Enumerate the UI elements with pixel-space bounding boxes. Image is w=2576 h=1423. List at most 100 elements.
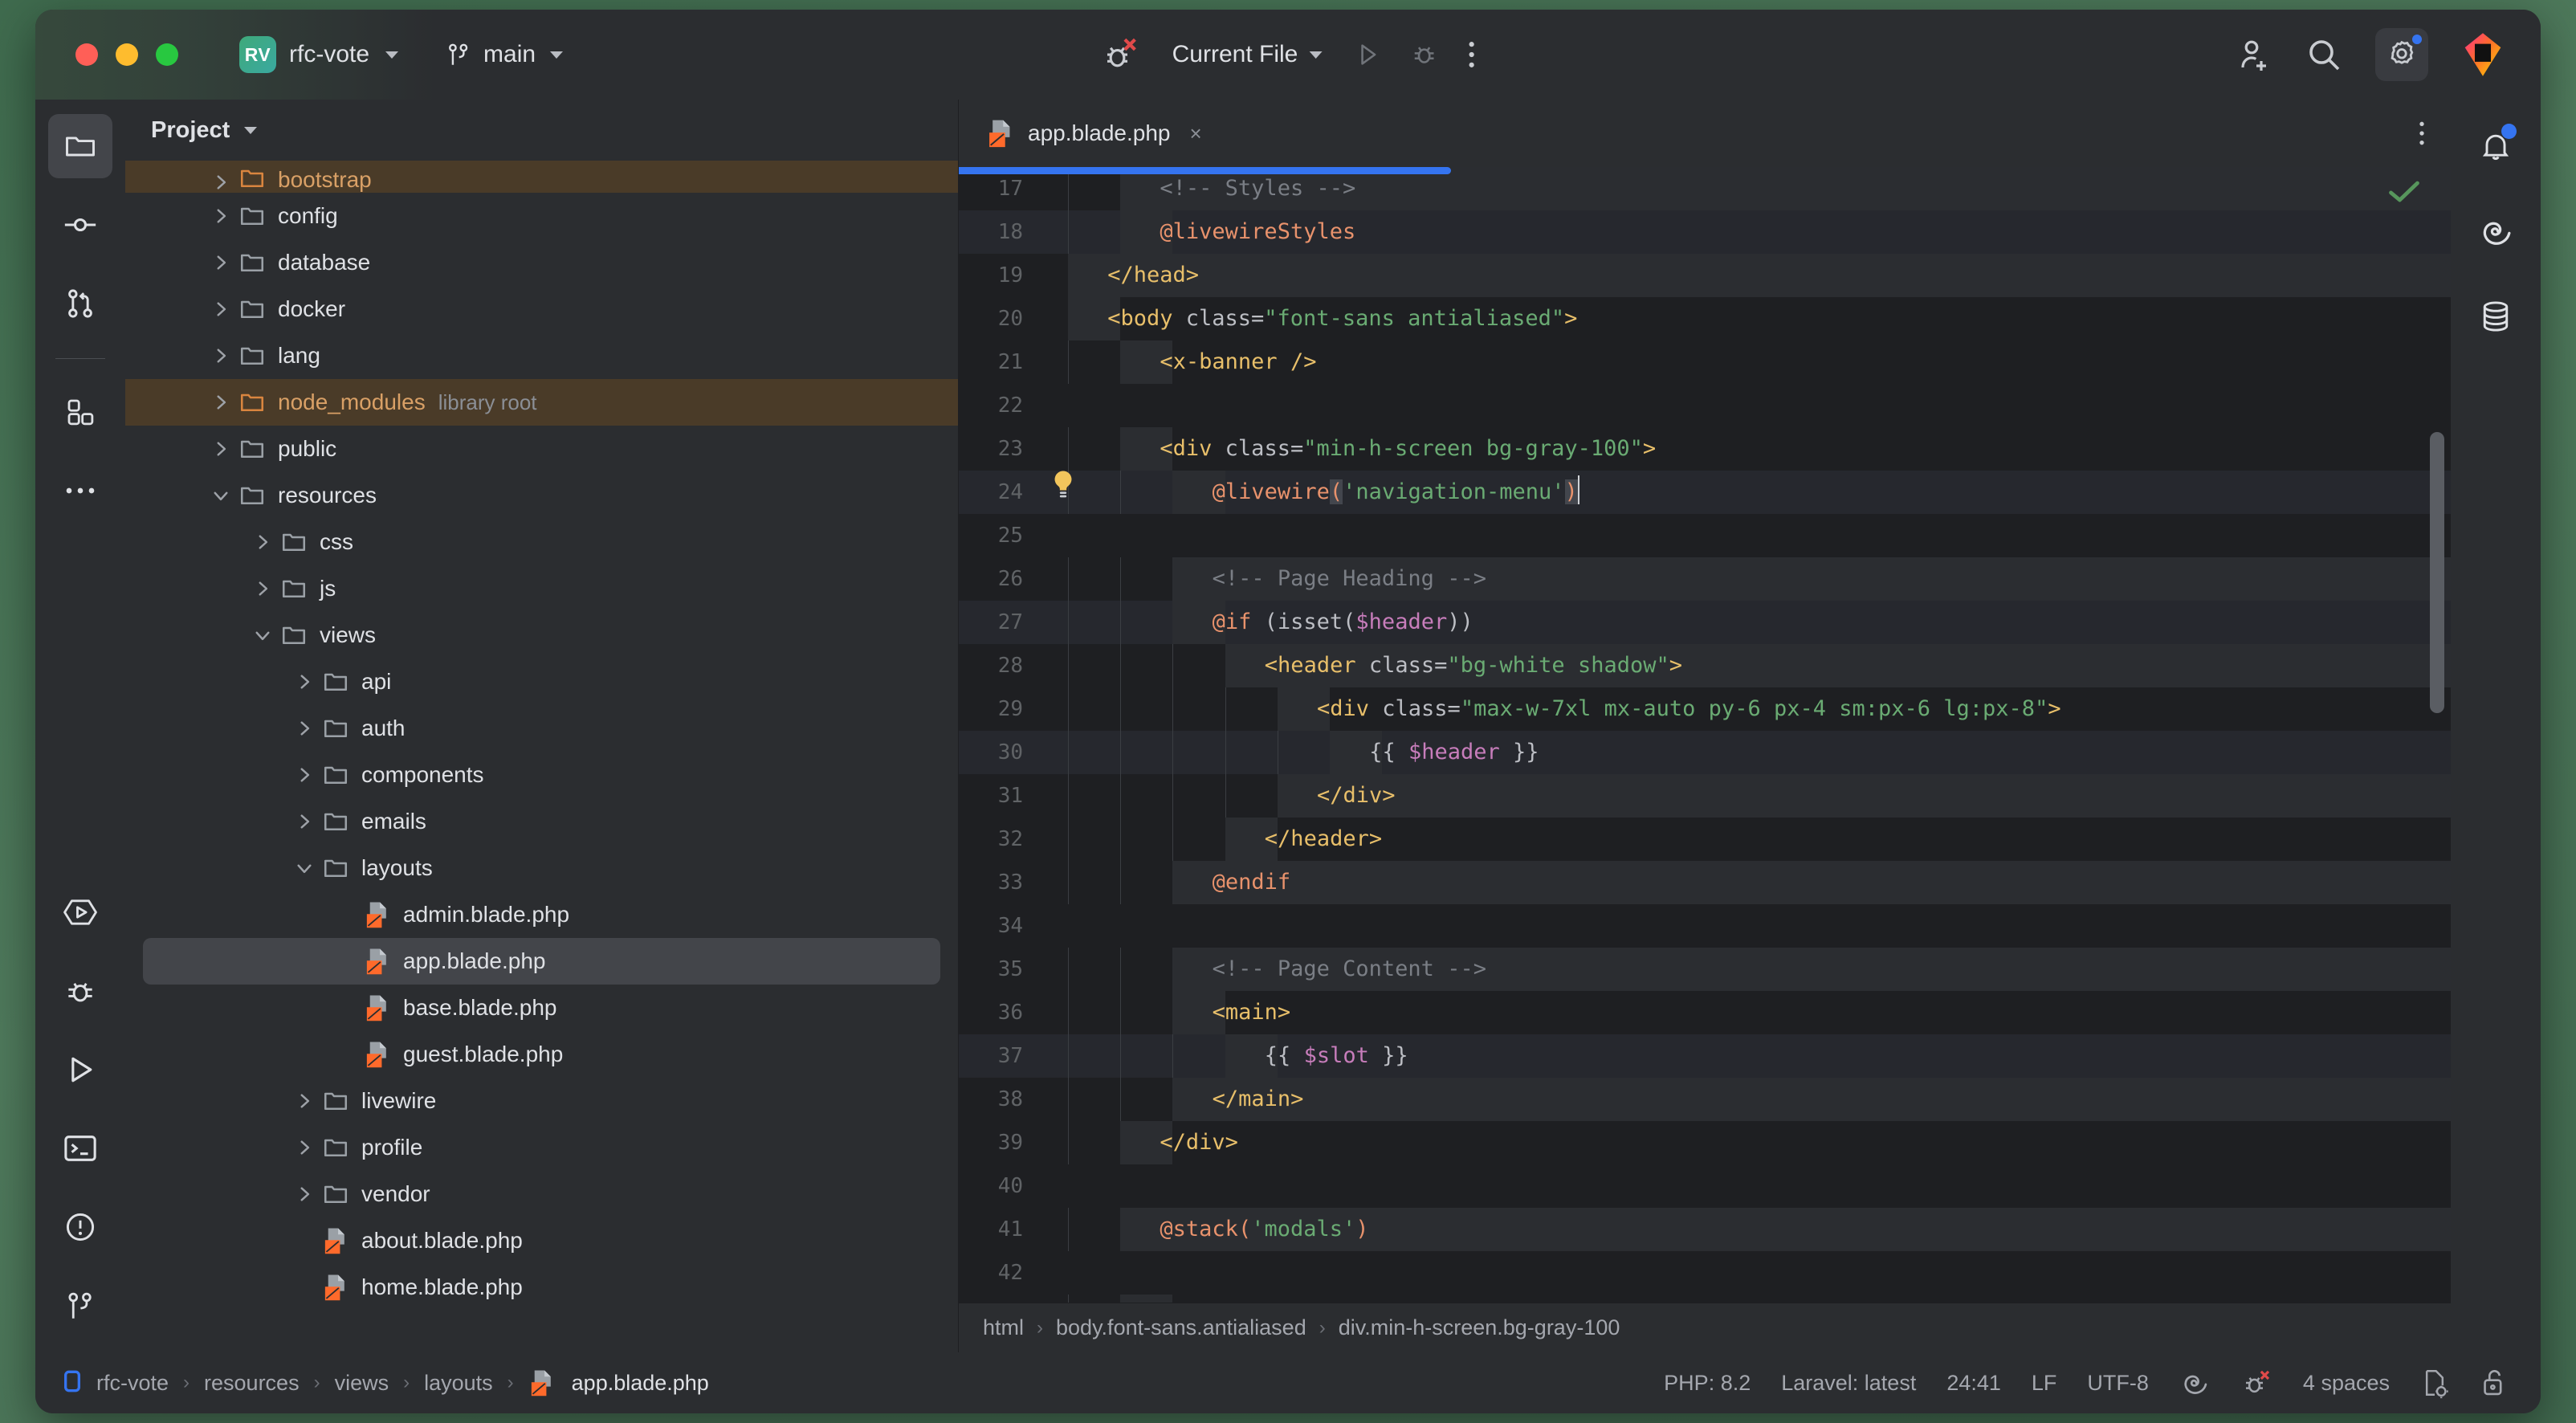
breadcrumb[interactable]: html › body.font-sans.antialiased › div.min-… bbox=[959, 1303, 2451, 1352]
chevron-right-icon[interactable] bbox=[289, 1091, 320, 1111]
search-icon[interactable] bbox=[2305, 35, 2343, 74]
code-text[interactable]: <div class="min-h-screen bg-gray-100"> bbox=[1147, 427, 1656, 471]
tree-file-app-blade-php[interactable]: app.blade.php bbox=[143, 938, 940, 985]
code-line[interactable]: 22 bbox=[959, 384, 2451, 427]
tree-folder-vendor[interactable]: vendor bbox=[125, 1171, 958, 1217]
code-line[interactable]: 39 </div> bbox=[959, 1121, 2451, 1164]
minimize-window-button[interactable] bbox=[116, 43, 138, 66]
debug-error-icon[interactable] bbox=[1100, 35, 1140, 75]
tree-folder-lang[interactable]: lang bbox=[125, 332, 958, 379]
breadcrumb-item[interactable]: body.font-sans.antialiased bbox=[1056, 1315, 1306, 1340]
project-tree[interactable]: bootstrap config database docker lang node_mo… bbox=[125, 161, 958, 1352]
unlocked-icon[interactable] bbox=[2480, 1367, 2509, 1399]
tree-folder-profile[interactable]: profile bbox=[125, 1124, 958, 1171]
code-text[interactable]: @livewire('navigation-menu') bbox=[1200, 471, 1579, 514]
code-text[interactable]: <header class="bg-white shadow"> bbox=[1252, 644, 1682, 687]
chevron-right-icon[interactable] bbox=[206, 299, 236, 320]
status-bar-path[interactable]: rfc-vote › resources › views › layouts › app.bla… bbox=[63, 1368, 709, 1398]
indent-config-icon[interactable] bbox=[2420, 1367, 2449, 1399]
line-separator[interactable]: LF bbox=[2032, 1371, 2057, 1396]
code-text[interactable]: </main> bbox=[1200, 1078, 1304, 1121]
sidebar-item-commit[interactable] bbox=[48, 193, 112, 257]
tree-folder-bootstrap[interactable]: bootstrap bbox=[125, 161, 958, 193]
tree-file-guest-blade-php[interactable]: guest.blade.php bbox=[125, 1031, 958, 1078]
code-line[interactable]: 37 {{ $slot }} bbox=[959, 1034, 2451, 1078]
indent-setting[interactable]: 4 spaces bbox=[2303, 1371, 2390, 1396]
status-path-item[interactable]: views bbox=[335, 1371, 389, 1396]
chevron-right-icon[interactable] bbox=[206, 172, 236, 193]
tree-folder-auth[interactable]: auth bbox=[125, 705, 958, 752]
tree-folder-database[interactable]: database bbox=[125, 239, 958, 286]
chevron-right-icon[interactable] bbox=[289, 671, 320, 692]
code-text[interactable]: @stack('modals') bbox=[1147, 1208, 1368, 1251]
sidebar-item-ai-assistant[interactable] bbox=[2464, 199, 2528, 263]
close-icon[interactable]: × bbox=[1190, 121, 1202, 146]
chevron-right-icon[interactable] bbox=[289, 1184, 320, 1205]
code-line[interactable]: 27 @if (isset($header)) bbox=[959, 601, 2451, 644]
code-line[interactable]: 42 bbox=[959, 1251, 2451, 1295]
tree-folder-views[interactable]: views bbox=[125, 612, 958, 658]
status-path-item[interactable]: layouts bbox=[424, 1371, 493, 1396]
tree-file-home-blade-php[interactable]: home.blade.php bbox=[125, 1264, 958, 1311]
code-text[interactable]: </head> bbox=[1094, 254, 1199, 297]
code-text[interactable]: </div> bbox=[1304, 774, 1396, 818]
code-line[interactable]: 24 @livewire('navigation-menu') bbox=[959, 469, 2451, 516]
project-selector[interactable]: RV rfc-vote bbox=[239, 36, 399, 73]
code-line[interactable]: 26 <!-- Page Heading --> bbox=[959, 557, 2451, 601]
code-line[interactable]: 29 <div class="max-w-7xl mx-auto py-6 px-… bbox=[959, 687, 2451, 731]
sidebar-item-more[interactable] bbox=[48, 459, 112, 523]
spiral-icon[interactable] bbox=[2179, 1368, 2210, 1398]
chevron-down-icon[interactable] bbox=[247, 627, 278, 643]
editor-scrollbar[interactable] bbox=[2430, 432, 2444, 713]
settings-button[interactable] bbox=[2375, 28, 2428, 81]
breadcrumb-item[interactable]: html bbox=[983, 1315, 1024, 1340]
code-line[interactable]: 33 @endif bbox=[959, 861, 2451, 904]
sidebar-item-terminal[interactable] bbox=[48, 1116, 112, 1180]
caret-position[interactable]: 24:41 bbox=[1946, 1371, 2001, 1396]
sidebar-item-problems[interactable] bbox=[48, 1195, 112, 1259]
intention-bulb-icon[interactable] bbox=[1045, 469, 1081, 516]
tree-folder-config[interactable]: config bbox=[125, 193, 958, 239]
status-path-item[interactable]: rfc-vote bbox=[96, 1371, 169, 1396]
status-path-item[interactable]: resources bbox=[204, 1371, 300, 1396]
code-text[interactable]: @livewireStyles bbox=[1147, 210, 1355, 254]
chevron-right-icon[interactable] bbox=[247, 578, 278, 599]
tree-folder-livewire[interactable]: livewire bbox=[125, 1078, 958, 1124]
code-viewport[interactable]: 17 <!-- Styles --> 18 @livewireStyles 19 </he… bbox=[959, 167, 2451, 1303]
maximize-window-button[interactable] bbox=[156, 43, 178, 66]
tree-folder-css[interactable]: css bbox=[125, 519, 958, 565]
add-user-icon[interactable] bbox=[2234, 35, 2272, 74]
inspection-ok-icon[interactable] bbox=[2386, 178, 2422, 206]
code-line[interactable]: 20 <body class="font-sans antialiased"> bbox=[959, 297, 2451, 340]
code-text[interactable]: @endif bbox=[1200, 861, 1291, 904]
code-line[interactable]: 43 @livewireScripts bbox=[959, 1295, 2451, 1303]
code-line[interactable]: 21 <x-banner /> bbox=[959, 340, 2451, 384]
code-line[interactable]: 31 </div> bbox=[959, 774, 2451, 818]
breadcrumb-item[interactable]: div.min-h-screen.bg-gray-100 bbox=[1339, 1315, 1620, 1340]
tree-file-about-blade-php[interactable]: about.blade.php bbox=[125, 1217, 958, 1264]
code-line[interactable]: 30 {{ $header }} bbox=[959, 731, 2451, 774]
more-vertical-icon[interactable] bbox=[1466, 37, 1476, 72]
sidebar-item-project[interactable] bbox=[48, 114, 112, 178]
code-line[interactable]: 36 <main> bbox=[959, 991, 2451, 1034]
chevron-right-icon[interactable] bbox=[289, 718, 320, 739]
tree-file-base-blade-php[interactable]: base.blade.php bbox=[125, 985, 958, 1031]
sidebar-item-database[interactable] bbox=[2464, 284, 2528, 349]
tab-app-blade-php[interactable]: app.blade.php × bbox=[959, 100, 1225, 167]
code-text[interactable]: <div class="max-w-7xl mx-auto py-6 px-4 … bbox=[1304, 687, 2061, 731]
tree-folder-layouts[interactable]: layouts bbox=[125, 845, 958, 891]
code-line[interactable]: 25 bbox=[959, 514, 2451, 557]
php-version[interactable]: PHP: 8.2 bbox=[1664, 1371, 1751, 1396]
jetbrains-ai-icon[interactable] bbox=[2460, 31, 2505, 78]
tree-folder-resources[interactable]: resources bbox=[125, 472, 958, 519]
sidebar-item-run[interactable] bbox=[48, 1038, 112, 1102]
code-line[interactable]: 23 <div class="min-h-screen bg-gray-100"> bbox=[959, 427, 2451, 471]
code-line[interactable]: 38 </main> bbox=[959, 1078, 2451, 1121]
tree-folder-api[interactable]: api bbox=[125, 658, 958, 705]
code-text[interactable]: <!-- Page Heading --> bbox=[1200, 557, 1486, 601]
run-icon[interactable] bbox=[1354, 39, 1381, 70]
run-configuration-selector[interactable]: Current File bbox=[1168, 41, 1327, 68]
code-line[interactable]: 40 bbox=[959, 1164, 2451, 1208]
sidebar-item-notifications[interactable] bbox=[2464, 114, 2528, 178]
code-line[interactable]: 28 <header class="bg-white shadow"> bbox=[959, 644, 2451, 687]
